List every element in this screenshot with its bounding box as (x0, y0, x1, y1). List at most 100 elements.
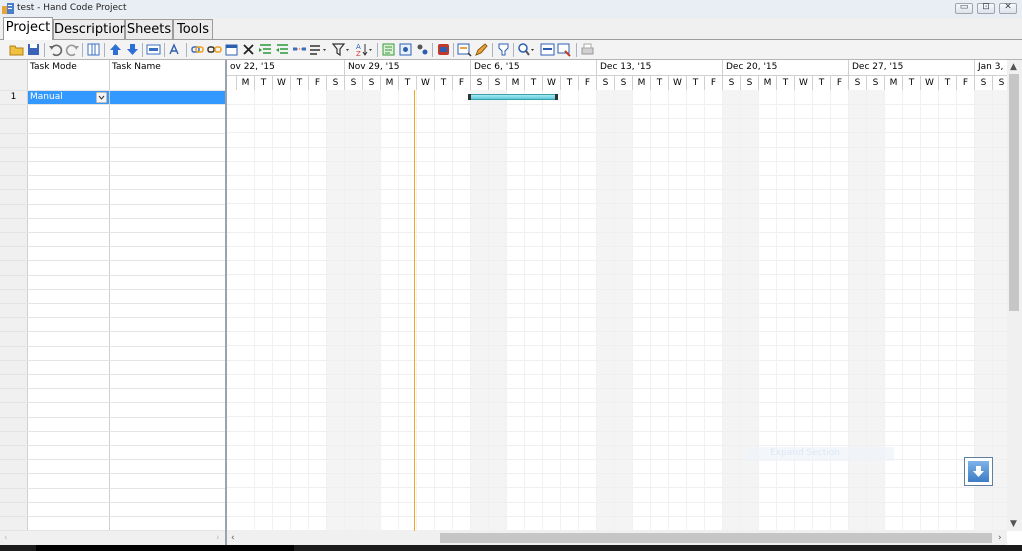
column-header-task-mode[interactable]: Task Mode (28, 60, 109, 90)
toolbar-separator (453, 43, 454, 57)
task-info-icon[interactable] (146, 42, 161, 57)
scroll-left-icon[interactable]: ‹ (4, 532, 8, 544)
day-gridline (902, 90, 903, 531)
scroll-to-task-icon[interactable] (457, 42, 472, 57)
move-down-icon[interactable] (125, 42, 140, 57)
critical-path-icon[interactable] (436, 42, 451, 57)
spell-check-icon[interactable] (168, 42, 183, 57)
outdent-icon[interactable] (275, 42, 290, 57)
calendar-icon[interactable] (224, 42, 239, 57)
timeline-day-label: F (705, 75, 723, 90)
gantt-row-line (227, 473, 1007, 474)
toolbar-separator (104, 43, 105, 57)
scroll-down-icon[interactable]: ▼ (1010, 518, 1017, 530)
tab-project[interactable]: Project (3, 17, 53, 40)
timeline-day-label: T (651, 75, 669, 90)
gantt-row-line (227, 388, 1007, 389)
toolbar: AZ (0, 40, 1022, 60)
indent-icon[interactable] (258, 42, 273, 57)
toolbar-separator (82, 43, 83, 57)
redo-icon[interactable] (65, 42, 80, 57)
task-grid: Task Mode Task Name 1 Manual (0, 60, 225, 531)
day-gridline (452, 90, 453, 531)
gantt-row-line (227, 274, 1007, 275)
zoom-icon[interactable] (517, 42, 537, 57)
grid-row-line (0, 232, 225, 233)
edit-icon[interactable] (474, 42, 489, 57)
save-icon[interactable] (26, 42, 41, 57)
timeline-week-label: Nov 29, '15 (345, 60, 471, 75)
toolbar-separator (513, 43, 514, 57)
grid-horizontal-scrollbar[interactable] (0, 531, 225, 545)
row-number[interactable]: 1 (0, 91, 27, 104)
gantt-row-line (227, 303, 1007, 304)
grid-row-line (0, 360, 225, 361)
close-button[interactable]: ✕ (999, 2, 1017, 14)
delete-icon[interactable] (241, 42, 256, 57)
print-icon[interactable] (580, 42, 595, 57)
task-bar-end-handle[interactable] (555, 94, 558, 100)
grid-row-line (0, 175, 225, 176)
weekend-shading (867, 90, 885, 531)
maximize-button[interactable]: ⊡ (977, 2, 995, 14)
grid-row-line (0, 417, 225, 418)
undo-icon[interactable] (48, 42, 63, 57)
column-header-task-name[interactable]: Task Name (110, 60, 225, 90)
print-preview-icon[interactable] (557, 42, 572, 57)
grid-row-line (0, 317, 225, 318)
day-gridline (884, 90, 885, 531)
sort-icon[interactable]: AZ (355, 42, 375, 57)
fit-icon[interactable] (540, 42, 555, 57)
timeline-day-label: M (237, 75, 255, 90)
highlight-icon[interactable] (496, 42, 511, 57)
grid-row-line (0, 516, 225, 517)
vertical-scroll-thumb[interactable] (1009, 74, 1019, 311)
scroll-to-bottom-button[interactable] (964, 457, 993, 486)
grid-row-line (0, 388, 225, 389)
grid-row-line (0, 161, 225, 162)
task-mode-value: Manual (30, 92, 63, 102)
unlink-tasks-icon[interactable] (207, 42, 222, 57)
weekend-shading (345, 90, 363, 531)
filter-icon[interactable] (332, 42, 352, 57)
task-name-cell[interactable] (110, 91, 225, 104)
task-type-icon[interactable] (309, 42, 329, 57)
timeline-day-label: T (291, 75, 309, 90)
columns-icon[interactable] (86, 42, 101, 57)
gantt-row-line (227, 161, 1007, 162)
toolbar-separator (44, 43, 45, 57)
weekend-shading (615, 90, 633, 531)
scroll-up-icon[interactable]: ▲ (1010, 61, 1017, 73)
notes-icon[interactable] (381, 42, 396, 57)
assign-icon[interactable] (415, 42, 430, 57)
link-tasks-icon[interactable] (190, 42, 205, 57)
chevron-down-icon[interactable] (96, 92, 107, 103)
scroll-left-icon[interactable]: ‹ (231, 532, 235, 544)
timeline-day-label: T (939, 75, 957, 90)
tab-description[interactable]: Description (53, 19, 128, 39)
task-mode-cell[interactable]: Manual (28, 91, 109, 104)
timeline-day-label: W (669, 75, 687, 90)
weekend-shading (723, 90, 741, 531)
minimize-button[interactable]: ▭ (955, 2, 973, 14)
scroll-right-icon[interactable]: › (216, 532, 220, 544)
day-gridline (524, 90, 525, 531)
toolbar-separator (432, 43, 433, 57)
task-bar-start-handle[interactable] (468, 94, 471, 100)
tab-sheets[interactable]: Sheets (125, 19, 173, 39)
horizontal-scroll-thumb[interactable] (440, 533, 992, 543)
gantt-row-line (227, 516, 1007, 517)
task-bar[interactable] (468, 94, 558, 100)
timeline-day-label: T (525, 75, 543, 90)
day-gridline (758, 90, 759, 531)
taskbar-item[interactable] (36, 545, 294, 551)
open-folder-icon[interactable] (9, 42, 24, 57)
move-up-icon[interactable] (108, 42, 123, 57)
timeline-week-label: Jan 3, '16 (975, 60, 1007, 75)
resources-icon[interactable] (398, 42, 413, 57)
scroll-right-icon[interactable]: › (998, 532, 1002, 544)
gantt-row-line (227, 203, 1007, 204)
split-task-icon[interactable] (292, 42, 307, 57)
tab-tools[interactable]: Tools (173, 19, 213, 39)
grid-row-line (0, 289, 225, 290)
